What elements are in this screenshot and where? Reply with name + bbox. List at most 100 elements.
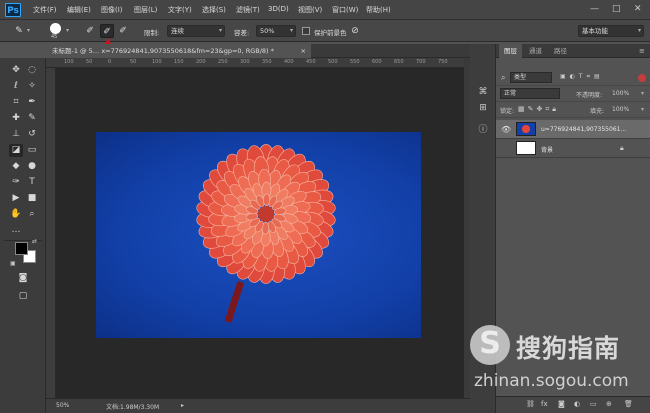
ruler-tick: 400 — [284, 59, 294, 65]
menu-file[interactable]: 文件(F) — [33, 5, 57, 15]
screen-mode-icon[interactable]: ▢ — [16, 290, 30, 303]
ruler-tick: 350 — [262, 59, 272, 65]
properties-panel-icon[interactable]: ⊞ — [477, 102, 489, 114]
foreground-color-swatch[interactable] — [15, 242, 28, 255]
marquee-tool-icon[interactable]: ◌ — [25, 64, 39, 77]
eye-icon-hidden[interactable] — [501, 144, 509, 152]
fill-value[interactable]: 100% — [612, 106, 629, 113]
dodge-tool-icon[interactable]: ● — [25, 160, 39, 173]
maximize-button[interactable]: □ — [612, 4, 621, 14]
eraser-tool-preset-icon[interactable]: ✎ — [12, 24, 26, 38]
filter-type-select[interactable]: 类型 — [510, 72, 552, 83]
ruler-tick: 650 — [394, 59, 404, 65]
eyedropper-tool-icon[interactable]: ✒ — [25, 96, 39, 109]
delete-layer-icon[interactable]: 🗑︎ — [624, 400, 633, 408]
brush-dropdown-icon[interactable]: ▾ — [66, 27, 69, 34]
protect-foreground-checkbox[interactable] — [302, 27, 310, 35]
tab-layers[interactable]: 图层 — [499, 44, 522, 58]
document-canvas[interactable] — [96, 132, 421, 338]
ruler-tick: 50 — [130, 59, 137, 65]
filter-icons[interactable]: ▣◐T⌗▤ — [560, 73, 604, 81]
watermark: S 搜狗指南 zhinan.sogou.com — [470, 325, 650, 395]
new-layer-icon[interactable]: ⊕ — [606, 400, 612, 408]
tolerance-input[interactable]: 50% ▾ — [256, 25, 296, 37]
ruler-tick: 100 — [64, 59, 74, 65]
type-tool-icon[interactable]: T — [25, 176, 39, 189]
chevron-down-icon[interactable]: ▾ — [641, 90, 644, 97]
app-logo: Ps — [5, 3, 21, 17]
edit-toolbar-icon[interactable]: … — [9, 224, 23, 237]
zoom-tool-icon[interactable]: ⌕ — [25, 208, 39, 221]
chevron-down-icon[interactable]: ▾ — [641, 106, 644, 113]
eraser-tool-icon[interactable]: ◪ — [9, 144, 23, 157]
magic-wand-tool-icon[interactable]: ✧ — [25, 80, 39, 93]
blur-tool-icon[interactable]: ◆ — [9, 160, 23, 173]
ruler-tick: 750 — [438, 59, 448, 65]
default-colors-icon[interactable]: ▣ — [10, 260, 16, 267]
workspace-value: 基本功能 — [582, 27, 608, 35]
panel-menu-icon[interactable]: ≡ — [639, 47, 645, 55]
vertical-ruler — [46, 68, 56, 398]
move-tool-icon[interactable]: ✥ — [9, 64, 23, 77]
menu-layer[interactable]: 图层(L) — [134, 5, 157, 15]
shape-tool-icon[interactable]: ■ — [25, 192, 39, 205]
menu-view[interactable]: 视图(V) — [298, 5, 322, 15]
document-tab[interactable]: 未标题-1 @ 5… x=776924841,9073550618&fm=23&… — [46, 44, 311, 58]
hand-tool-icon[interactable]: ✋ — [9, 208, 23, 221]
menu-image[interactable]: 图像(I) — [101, 5, 123, 15]
layer-thumbnail — [516, 141, 536, 155]
history-brush-tool-icon[interactable]: ↺ — [25, 128, 39, 141]
ruler-tick: 0 — [108, 59, 112, 65]
link-layers-icon[interactable]: ⛓ — [526, 400, 535, 408]
ruler-tick: 700 — [416, 59, 426, 65]
menu-3d[interactable]: 3D(D) — [268, 5, 289, 13]
pen-tool-icon[interactable]: ✑ — [9, 176, 23, 189]
adjustment-layer-icon[interactable]: ◐ — [574, 400, 580, 408]
crop-tool-icon[interactable]: ⌗ — [9, 96, 23, 109]
lock-icons[interactable]: ▦✎✥⌗🔒︎ — [518, 105, 559, 114]
ruler-tick: 200 — [196, 59, 206, 65]
layer-name: 背景 — [541, 147, 554, 154]
lasso-tool-icon[interactable]: ℓ — [9, 80, 23, 93]
menu-type[interactable]: 文字(Y) — [168, 5, 192, 15]
add-mask-icon[interactable]: ◙ — [558, 400, 565, 408]
layer-row[interactable]: 👁︎ u=776924841,907355061... — [496, 120, 650, 139]
sampling-continuous-icon[interactable]: ✐ — [83, 24, 97, 38]
clone-stamp-tool-icon[interactable]: ⊥ — [9, 128, 23, 141]
info-panel-icon[interactable]: ⓘ — [477, 124, 489, 136]
menu-window[interactable]: 窗口(W) — [332, 5, 358, 15]
quick-mask-icon[interactable]: ◙ — [16, 272, 30, 285]
tab-paths[interactable]: 路径 — [549, 44, 572, 58]
minimize-button[interactable]: — — [590, 4, 599, 14]
limit-select[interactable]: 连续 ▾ — [167, 25, 225, 37]
eye-icon[interactable]: 👁︎ — [501, 125, 511, 134]
history-panel-icon[interactable]: ⌘ — [477, 86, 489, 98]
filter-toggle-icon[interactable] — [638, 74, 646, 82]
workspace-select[interactable]: 基本功能 ▾ — [578, 25, 644, 37]
menu-filter[interactable]: 滤镜(T) — [236, 5, 260, 15]
brush-tool-icon[interactable]: ✎ — [25, 112, 39, 125]
close-tab-button[interactable]: × — [301, 44, 306, 58]
fx-button[interactable]: fx — [541, 400, 548, 408]
blend-mode-select[interactable]: 正常 — [500, 88, 560, 99]
menu-help[interactable]: 帮助(H) — [366, 5, 391, 15]
menu-edit[interactable]: 编辑(E) — [67, 5, 91, 15]
zoom-level[interactable]: 50% — [56, 402, 69, 409]
gradient-tool-icon[interactable]: ▭ — [25, 144, 39, 157]
menu-select[interactable]: 选择(S) — [202, 5, 226, 15]
new-group-icon[interactable]: ▭ — [590, 400, 597, 408]
pressure-size-icon[interactable]: ⊘ — [348, 24, 362, 38]
layer-name: u=776924841,907355061... — [541, 126, 627, 133]
swap-colors-icon[interactable]: ⇄ — [32, 238, 37, 245]
close-window-button[interactable]: ✕ — [634, 4, 642, 14]
status-menu-icon[interactable]: ▸ — [181, 402, 184, 409]
healing-brush-tool-icon[interactable]: ✚ — [9, 112, 23, 125]
tab-channels[interactable]: 通道 — [524, 44, 547, 58]
layer-row[interactable]: 背景 🔒︎ — [496, 139, 650, 158]
filter-type-label: 类型 — [514, 74, 527, 81]
opacity-value[interactable]: 100% — [612, 90, 629, 97]
brush-preview-icon[interactable] — [50, 23, 61, 34]
ruler-tick: 150 — [174, 59, 184, 65]
path-selection-tool-icon[interactable]: ▶ — [9, 192, 23, 205]
chevron-down-icon[interactable]: ▾ — [27, 27, 30, 34]
